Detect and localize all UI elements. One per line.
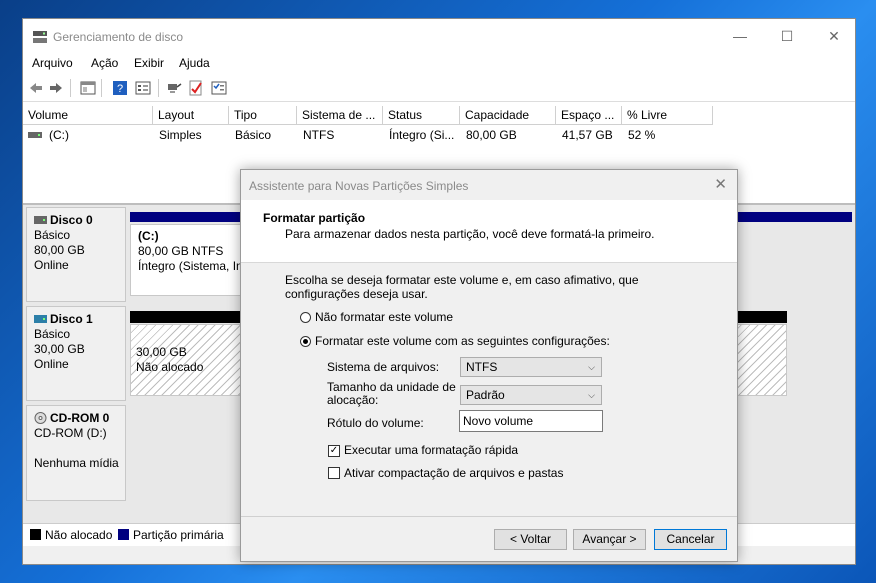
col-status[interactable]: Status (383, 106, 460, 125)
compression-checkbox[interactable] (328, 467, 340, 479)
fs-dropdown[interactable]: NTFS ⌵ (460, 357, 602, 377)
col-sistema[interactable]: Sistema de ... (297, 106, 383, 125)
disk-icon (34, 216, 47, 224)
menu-exibir[interactable]: Exibir (134, 56, 164, 70)
disk-management-icon (33, 31, 47, 43)
menu-arquivo[interactable]: Arquivo (32, 56, 73, 70)
forward-arrow-icon[interactable] (48, 80, 64, 96)
cdrom0-state: Nenhuma mídia (34, 456, 119, 470)
cd-icon (34, 412, 47, 424)
dialog-intro: Escolha se deseja formatar este volume e… (285, 273, 639, 301)
disk1-name: Disco 1 (50, 312, 93, 326)
close-button[interactable]: ✕ (811, 19, 857, 53)
back-button[interactable]: < Voltar (494, 529, 567, 550)
unallocated-status: Não alocado (136, 360, 204, 374)
toolbar: ? (23, 75, 855, 102)
cdrom0-name: CD-ROM 0 (50, 411, 110, 425)
cell-sistema: NTFS (303, 128, 335, 142)
back-arrow-icon[interactable] (28, 80, 44, 96)
disk0-name: Disco 0 (50, 213, 93, 227)
title-bar: Gerenciamento de disco — ☐ ✕ (23, 19, 855, 53)
volume-label-input[interactable]: Novo volume (459, 410, 603, 432)
alloc-dropdown[interactable]: Padrão ⌵ (460, 385, 602, 405)
cell-tipo: Básico (235, 128, 272, 142)
col-livre[interactable]: % Livre (622, 106, 713, 125)
chevron-down-icon: ⌵ (588, 390, 595, 400)
disk1-type: Básico (34, 327, 71, 341)
connect-icon[interactable] (166, 80, 182, 96)
dialog-heading: Formatar partição (263, 211, 366, 225)
legend-unallocated-swatch (30, 529, 41, 540)
col-layout[interactable]: Layout (153, 106, 229, 125)
alloc-label: Tamanho da unidade de alocação: (327, 380, 456, 407)
disk1-size: 30,00 GB (34, 342, 85, 356)
legend-unallocated-label: Não alocado (45, 528, 113, 542)
list-view-icon[interactable] (135, 80, 151, 96)
col-tipo[interactable]: Tipo (229, 106, 297, 125)
dialog-close-button[interactable]: ✕ (714, 175, 727, 193)
dialog-header: Formatar partição Para armazenar dados n… (241, 200, 737, 263)
properties-icon[interactable] (80, 80, 96, 96)
volume-label-label: Rótulo do volume: (327, 416, 424, 430)
disk1-state: Online (34, 357, 69, 371)
col-capacidade[interactable]: Capacidade (460, 106, 556, 125)
partition-c-status: Íntegro (Sistema, Ini (138, 259, 246, 273)
cell-volume: (C:) (49, 128, 69, 142)
radio-no-format[interactable] (300, 312, 311, 323)
alloc-value: Padrão (466, 388, 505, 402)
col-espaco[interactable]: Espaço ... (556, 106, 622, 125)
radio-no-format-label[interactable]: Não formatar este volume (315, 310, 453, 324)
window-title: Gerenciamento de disco (53, 30, 184, 44)
legend-primary-swatch (118, 529, 129, 540)
radio-format[interactable] (300, 336, 311, 347)
dialog-separator (241, 516, 737, 517)
menu-ajuda[interactable]: Ajuda (179, 56, 210, 70)
dialog-subheading: Para armazenar dados nesta partição, voc… (285, 227, 655, 241)
disk-icon (34, 315, 47, 323)
partition-c-size: 80,00 GB NTFS (138, 244, 224, 258)
cdrom0-type: CD-ROM (D:) (34, 426, 107, 440)
menu-acao[interactable]: Ação (91, 56, 118, 70)
compression-label[interactable]: Ativar compactação de arquivos e pastas (344, 466, 563, 480)
minimize-button[interactable]: — (717, 19, 763, 53)
new-simple-volume-wizard: Assistente para Novas Partições Simples … (240, 169, 738, 562)
quick-format-checkbox[interactable]: ✓ (328, 445, 340, 457)
cell-espaco: 41,57 GB (562, 128, 613, 142)
partition-c-label: (C:) (138, 229, 159, 243)
quick-format-label[interactable]: Executar uma formatação rápida (344, 443, 518, 457)
cell-status: Íntegro (Si... (389, 128, 455, 142)
next-button[interactable]: Avançar > (573, 529, 646, 550)
help-icon[interactable]: ? (112, 80, 128, 96)
cell-livre: 52 % (628, 128, 656, 142)
cancel-button[interactable]: Cancelar (654, 529, 727, 550)
svg-text:?: ? (117, 83, 123, 95)
unallocated-size: 30,00 GB (136, 345, 187, 359)
cdrom0-label[interactable]: CD-ROM 0 CD-ROM (D:) Nenhuma mídia (26, 405, 126, 501)
volume-table-header: Volume Layout Tipo Sistema de ... Status… (23, 106, 855, 125)
col-volume[interactable]: Volume (23, 106, 153, 125)
disk0-size: 80,00 GB (34, 243, 85, 257)
settings-icon[interactable] (211, 80, 227, 96)
chevron-down-icon: ⌵ (588, 362, 595, 372)
disk0-state: Online (34, 258, 69, 272)
cell-capacidade: 80,00 GB (466, 128, 517, 142)
dialog-title: Assistente para Novas Partições Simples (249, 179, 469, 193)
maximize-button[interactable]: ☐ (764, 19, 810, 53)
cell-layout: Simples (159, 128, 202, 142)
disk0-type: Básico (34, 228, 71, 242)
fs-value: NTFS (466, 360, 498, 374)
drive-icon (28, 132, 42, 138)
legend-primary-label: Partição primária (133, 528, 224, 542)
radio-format-label[interactable]: Formatar este volume com as seguintes co… (315, 334, 610, 348)
disk0-label[interactable]: Disco 0 Básico 80,00 GB Online (26, 207, 126, 302)
check-icon[interactable] (188, 80, 204, 96)
fs-label: Sistema de arquivos: (327, 360, 440, 374)
partition-c[interactable]: (C:) 80,00 GB NTFS Íntegro (Sistema, Ini (130, 224, 250, 296)
disk1-label[interactable]: Disco 1 Básico 30,00 GB Online (26, 306, 126, 401)
menu-bar: Arquivo Ação Exibir Ajuda (23, 53, 855, 75)
